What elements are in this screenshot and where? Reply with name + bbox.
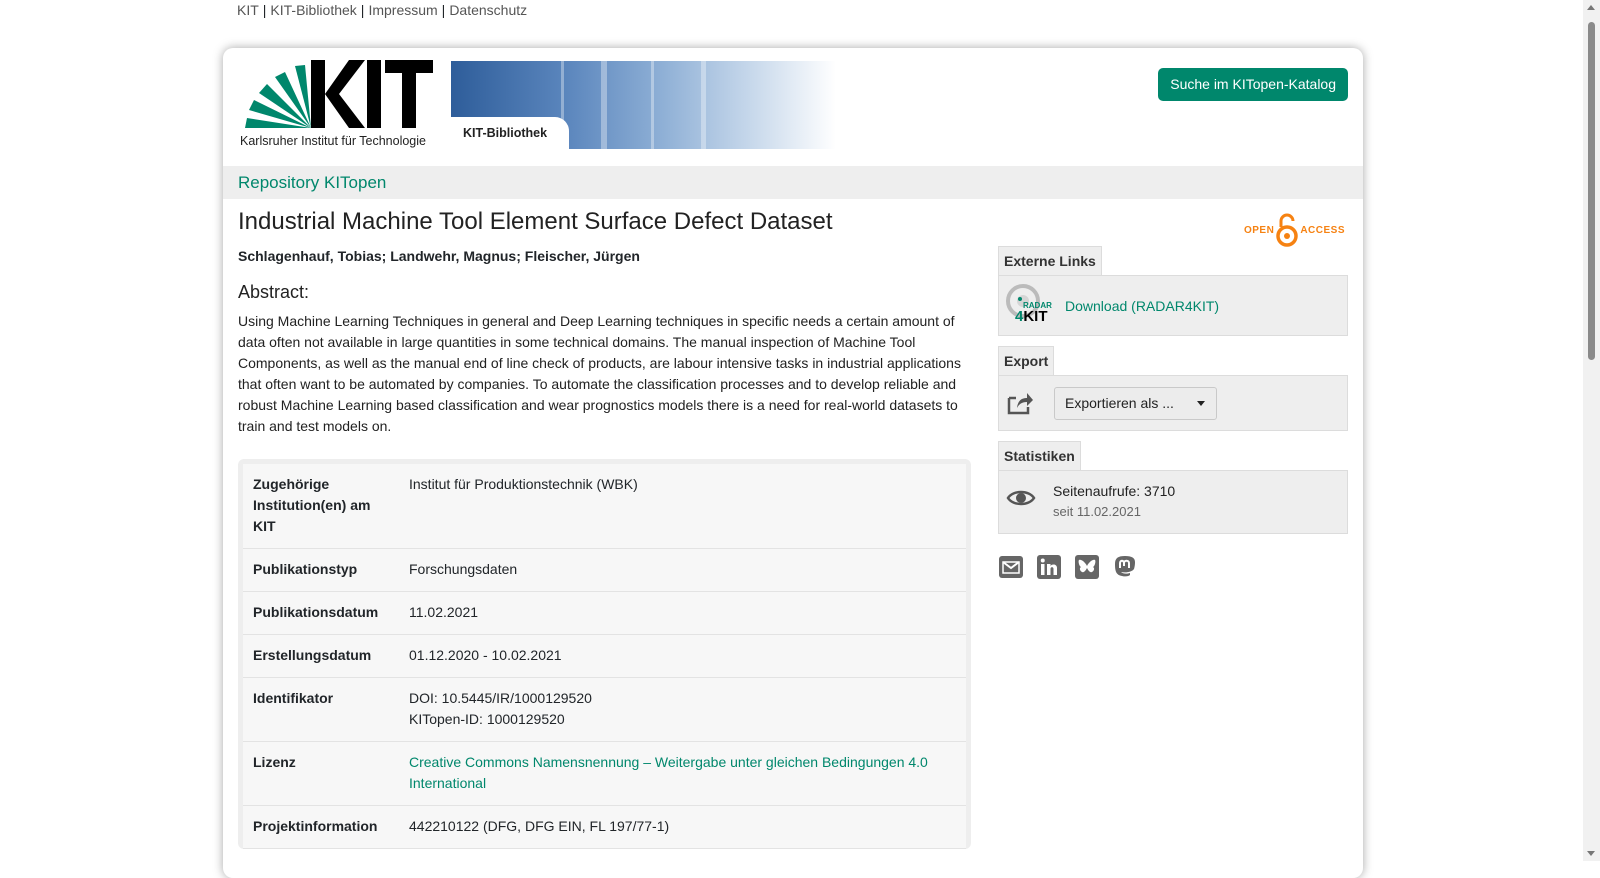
open-access-right: ACCESS bbox=[1300, 224, 1345, 236]
meta-key: Projektinformation bbox=[253, 818, 378, 834]
bluesky-icon[interactable] bbox=[1074, 554, 1100, 580]
scroll-down-arrow[interactable] bbox=[1587, 851, 1595, 856]
table-row: Projektinformation 442210122 (DFG, DFG E… bbox=[243, 806, 966, 849]
tab-statistics[interactable]: Statistiken bbox=[998, 441, 1081, 470]
table-row: Publikationsdatum 11.02.2021 bbox=[243, 592, 966, 635]
table-row: Publikationstyp Forschungsdaten bbox=[243, 549, 966, 592]
tab-export[interactable]: Export bbox=[998, 346, 1055, 375]
table-row: Identifikator DOI: 10.5445/IR/1000129520… bbox=[243, 678, 966, 742]
page-title: Industrial Machine Tool Element Surface … bbox=[238, 208, 833, 235]
top-links: KIT | KIT-Bibliothek | Impressum | Datenschutz bbox=[237, 2, 527, 18]
share-buttons bbox=[998, 554, 1348, 580]
kitopen-id-value: KITopen-ID: 1000129520 bbox=[409, 711, 565, 727]
table-row: Zugehörige Institution(en) am KIT Instit… bbox=[243, 464, 966, 549]
top-link-kit[interactable]: KIT bbox=[237, 2, 259, 18]
doi-value: DOI: 10.5445/IR/1000129520 bbox=[409, 690, 592, 706]
table-row: Lizenz Creative Commons Namensnennung – … bbox=[243, 742, 966, 806]
statistics-panel: Seitenaufrufe: 3710 seit 11.02.2021 bbox=[998, 470, 1348, 534]
meta-value: DOI: 10.5445/IR/1000129520 KITopen-ID: 1… bbox=[409, 688, 956, 730]
meta-key: Publikationstyp bbox=[253, 561, 358, 577]
banner-label: KIT-Bibliothek bbox=[451, 117, 569, 149]
meta-key: Lizenz bbox=[253, 754, 296, 770]
top-link-datenschutz[interactable]: Datenschutz bbox=[449, 2, 527, 18]
radar4kit-logo: RADAR 4KIT bbox=[1005, 283, 1057, 328]
repository-link[interactable]: Repository KITopen bbox=[238, 173, 386, 192]
authors: Schlagenhauf, Tobias; Landwehr, Magnus; … bbox=[238, 248, 640, 264]
top-link-bibliothek[interactable]: KIT-Bibliothek bbox=[270, 2, 356, 18]
scroll-up-arrow[interactable] bbox=[1587, 5, 1595, 10]
meta-key: Zugehörige Institution(en) am KIT bbox=[253, 476, 371, 534]
export-panel: Exportieren als ... bbox=[998, 375, 1348, 431]
meta-value: 11.02.2021 bbox=[409, 604, 479, 620]
page-views: Seitenaufrufe: 3710 bbox=[1053, 483, 1176, 499]
meta-value: 01.12.2020 - 10.02.2021 bbox=[409, 647, 562, 663]
open-access-lock-icon bbox=[1276, 213, 1299, 247]
open-access-badge: OPEN ACCESS bbox=[1244, 212, 1345, 248]
open-access-left: OPEN bbox=[1243, 224, 1275, 236]
sidebar: OPEN ACCESS Externe Links RADAR 4KIT Dow… bbox=[998, 208, 1348, 580]
abstract-heading: Abstract: bbox=[238, 282, 310, 302]
abstract-text: Using Machine Learning Techniques in gen… bbox=[238, 313, 961, 434]
meta-value: 442210122 (DFG, DFG EIN, FL 197/77-1) bbox=[409, 818, 670, 834]
metadata-table: Zugehörige Institution(en) am KIT Instit… bbox=[238, 459, 971, 849]
tab-external-links[interactable]: Externe Links bbox=[998, 246, 1102, 275]
meta-value: Institut für Produktionstechnik (WBK) bbox=[409, 476, 638, 492]
scroll-thumb[interactable] bbox=[1588, 22, 1595, 360]
separator: | bbox=[441, 2, 446, 18]
chevron-down-icon bbox=[1197, 400, 1205, 406]
page-scrollbar[interactable] bbox=[1583, 0, 1600, 861]
export-format-select[interactable]: Exportieren als ... bbox=[1054, 386, 1217, 420]
meta-key: Erstellungsdatum bbox=[253, 647, 372, 663]
catalog-search-button[interactable]: Suche im KITopen-Katalog bbox=[1158, 68, 1348, 101]
external-links-panel: RADAR 4KIT Download (RADAR4KIT) bbox=[998, 275, 1348, 336]
email-icon[interactable] bbox=[998, 554, 1024, 580]
header: Karlsruher Institut für Technologie KIT-… bbox=[223, 48, 1363, 166]
banner-image: KIT-Bibliothek bbox=[451, 61, 836, 149]
linkedin-icon[interactable] bbox=[1036, 554, 1062, 580]
page-card: Karlsruher Institut für Technologie KIT-… bbox=[223, 48, 1363, 878]
license-link[interactable]: Creative Commons Namensnennung – Weiterg… bbox=[409, 754, 928, 791]
download-radar-link[interactable]: Download (RADAR4KIT) bbox=[1065, 298, 1219, 314]
meta-value: Forschungsdaten bbox=[409, 561, 518, 577]
eye-icon bbox=[1006, 490, 1036, 506]
mastodon-icon[interactable] bbox=[1112, 554, 1138, 580]
share-icon bbox=[1007, 393, 1033, 415]
meta-key: Identifikator bbox=[253, 690, 334, 706]
radar-kit-text: KIT bbox=[1023, 307, 1048, 325]
table-row: Erstellungsdatum 01.12.2020 - 10.02.2021 bbox=[243, 635, 966, 678]
meta-key: Publikationsdatum bbox=[253, 604, 379, 620]
top-link-impressum[interactable]: Impressum bbox=[368, 2, 437, 18]
export-select-label: Exportieren als ... bbox=[1065, 395, 1174, 411]
record-main: Industrial Machine Tool Element Surface … bbox=[238, 208, 971, 849]
logo-caption: Karlsruher Institut für Technologie bbox=[240, 134, 426, 148]
page-views-since: seit 11.02.2021 bbox=[1053, 504, 1141, 519]
repository-bar: Repository KITopen bbox=[223, 166, 1363, 199]
separator: | bbox=[360, 2, 365, 18]
separator: | bbox=[262, 2, 267, 18]
